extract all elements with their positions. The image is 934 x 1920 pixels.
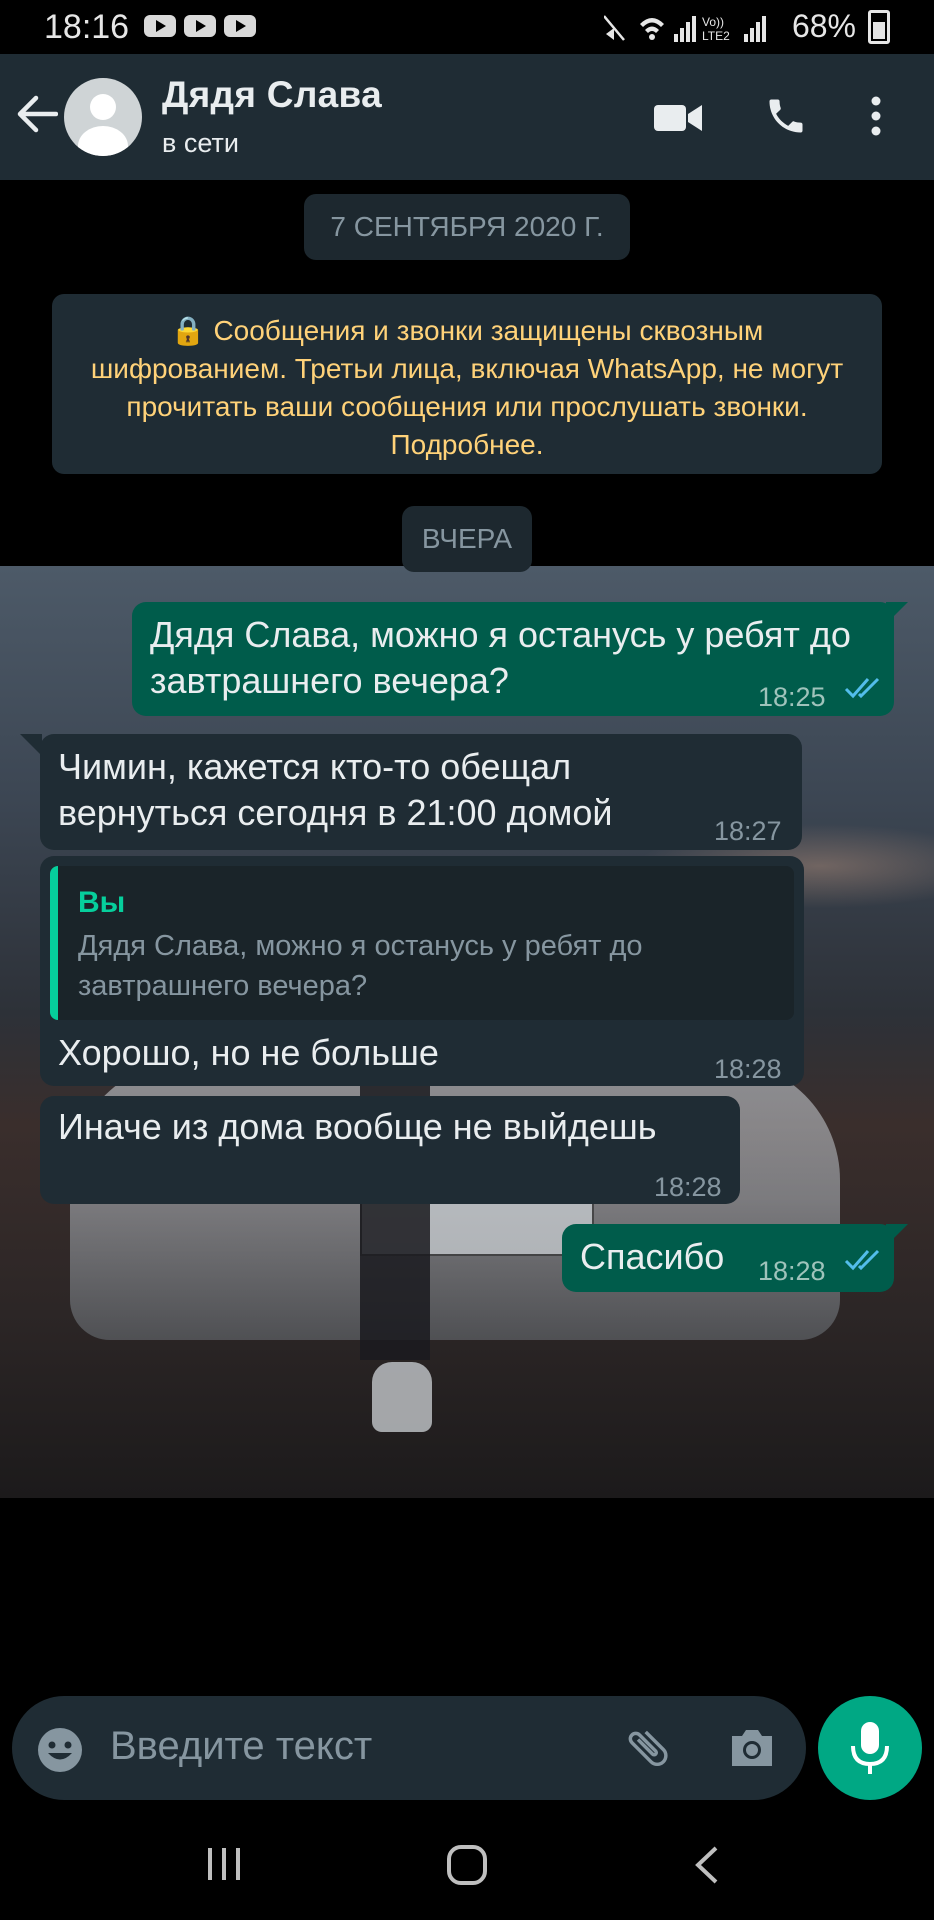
quote-accent-bar	[50, 866, 58, 1020]
svg-text:LTE2: LTE2	[702, 29, 730, 43]
microphone-icon	[851, 1722, 889, 1774]
message-composer[interactable]: Введите текст	[12, 1696, 806, 1800]
message-bubble-outgoing[interactable]: Спасибо 18:28	[562, 1224, 894, 1292]
battery-icon	[868, 9, 890, 44]
svg-text:Vo)): Vo))	[702, 15, 724, 29]
back-arrow-icon[interactable]	[16, 94, 58, 134]
recent-apps-icon[interactable]	[206, 1844, 242, 1884]
attach-icon[interactable]	[622, 1722, 674, 1774]
message-text: Спасибо	[580, 1236, 725, 1277]
contact-avatar[interactable]	[64, 78, 142, 156]
status-icons: Vo)) LTE2	[603, 10, 774, 49]
voice-message-button[interactable]	[818, 1696, 922, 1800]
battery-percent: 68%	[791, 8, 856, 44]
more-options-icon[interactable]	[870, 96, 882, 136]
nav-back-icon[interactable]	[692, 1844, 722, 1886]
message-text: Иначе из дома вообще не выйдешь	[58, 1106, 657, 1147]
double-check-icon	[844, 677, 880, 699]
date-chip: 7 СЕНТЯБРЯ 2020 Г.	[304, 194, 630, 260]
message-input[interactable]: Введите текст	[110, 1724, 372, 1769]
chat-header: Дядя Слава в сети	[0, 54, 934, 180]
message-time: 18:25	[758, 682, 826, 712]
video-call-icon[interactable]	[654, 102, 702, 134]
mute-icon	[606, 28, 614, 40]
wallpaper-shoe	[372, 1362, 432, 1432]
double-check-icon	[844, 1249, 880, 1271]
signal-icon: Vo)) LTE2	[603, 15, 766, 43]
bubble-tail	[886, 1224, 908, 1246]
message-bubble-incoming[interactable]: Чимин, кажется кто-то обещал вернуться с…	[40, 734, 802, 850]
message-time: 18:28	[758, 1256, 826, 1286]
quote-text: Дядя Слава, можно я останусь у ребят до …	[78, 930, 643, 1002]
bubble-tail	[886, 602, 908, 624]
youtube-icon	[144, 15, 176, 37]
battery-indicator: 68%	[792, 8, 890, 45]
message-bubble-incoming-reply[interactable]: Вы Дядя Слава, можно я останусь у ребят …	[40, 856, 804, 1086]
message-time: 18:28	[654, 1172, 722, 1202]
message-time: 18:28	[714, 1054, 782, 1084]
message-bubble-incoming[interactable]: Иначе из дома вообще не выйдешь 18:28	[40, 1096, 740, 1204]
home-icon[interactable]	[446, 1844, 488, 1886]
encryption-notice[interactable]: 🔒 Сообщения и звонки защищены сквозным ш…	[52, 294, 882, 474]
youtube-icon	[224, 15, 256, 37]
quoted-message[interactable]: Вы Дядя Слава, можно я останусь у ребят …	[50, 866, 794, 1020]
message-time: 18:27	[714, 816, 782, 846]
message-text: Хорошо, но не больше	[58, 1032, 439, 1073]
emoji-icon[interactable]	[36, 1726, 84, 1774]
system-nav-bar	[0, 1820, 934, 1920]
message-text: Чимин, кажется кто-то обещал вернуться с…	[58, 746, 613, 833]
date-chip: ВЧЕРА	[402, 506, 532, 572]
contact-name[interactable]: Дядя Слава	[162, 74, 382, 116]
status-time: 18:16	[44, 8, 130, 46]
youtube-icon	[184, 15, 216, 37]
voice-call-icon[interactable]	[764, 94, 808, 138]
wifi-icon	[640, 18, 664, 27]
camera-icon[interactable]	[728, 1726, 776, 1770]
status-bar: 18:16 Vo)) LTE2 68%	[0, 0, 934, 54]
bubble-tail	[20, 734, 42, 756]
message-bubble-outgoing[interactable]: Дядя Слава, можно я останусь у ребят до …	[132, 602, 894, 716]
contact-status: в сети	[162, 128, 239, 158]
quote-author: Вы	[78, 886, 126, 919]
